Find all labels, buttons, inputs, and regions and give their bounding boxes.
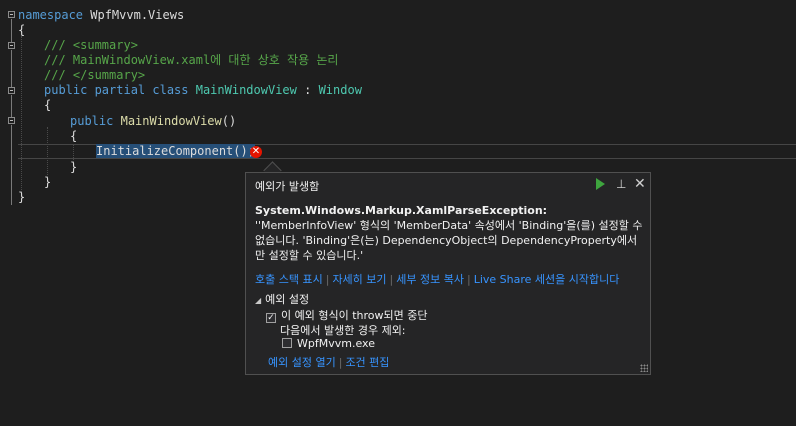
doc-comment: /// MainWindowView.xaml에 대한 상호 작용 논리 — [44, 53, 339, 67]
doc-comment: /// </summary> — [44, 68, 146, 82]
live-share-link[interactable]: Live Share 세션을 시작합니다 — [474, 273, 620, 286]
settings-links: 예외 설정 열기 | 조건 편집 — [268, 354, 389, 370]
namespace-name: WpfMvvm.Views — [83, 8, 185, 22]
brace: } — [44, 175, 52, 189]
exception-detail: ''MemberInfoView' 형식의 'MemberData' 속성에서 … — [255, 219, 643, 262]
code-line-12: } — [44, 175, 51, 190]
code-line-7: { — [44, 98, 51, 113]
code-line-11: } — [70, 160, 77, 175]
collapse-comment-icon[interactable] — [8, 42, 15, 49]
code-line-13: } — [18, 190, 25, 205]
code-line-10[interactable]: InitializeComponent(); — [96, 144, 255, 159]
collapse-triangle-icon[interactable]: ◢ — [255, 296, 261, 305]
base-class-name: Window — [318, 83, 362, 97]
outline-line — [11, 125, 12, 205]
brace: { — [44, 98, 52, 112]
resize-grip-icon[interactable] — [640, 364, 648, 372]
outline-line — [11, 95, 12, 117]
parens: () — [221, 114, 237, 128]
module-label: WpfMvvm.exe — [297, 337, 375, 350]
keyword: namespace — [18, 8, 84, 22]
except-when-label: 다음에서 발생한 경우 제외: — [280, 324, 406, 337]
pin-icon[interactable]: ⊥ — [616, 177, 630, 191]
keyword: public partial class — [44, 83, 189, 97]
code-line-4: /// MainWindowView.xaml에 대한 상호 작용 논리 — [44, 53, 338, 68]
code-line-6: public partial class MainWindowView : Wi… — [44, 83, 362, 98]
code-line-5: /// </summary> — [44, 68, 145, 83]
indent-guide — [21, 36, 22, 192]
colon: : — [296, 83, 319, 97]
open-exception-settings-link[interactable]: 예외 설정 열기 — [268, 356, 336, 369]
highlighted-statement[interactable]: InitializeComponent(); — [96, 144, 255, 158]
collapse-method-icon[interactable] — [8, 117, 15, 124]
module-exclude-option[interactable]: WpfMvvm.exe — [282, 337, 375, 350]
keyword: public — [70, 114, 114, 128]
exception-message: System.Windows.Markup.XamlParseException… — [255, 203, 643, 263]
doc-comment: /// <summary> — [44, 38, 138, 52]
constructor-name: MainWindowView — [120, 114, 222, 128]
collapse-class-icon[interactable] — [8, 87, 15, 94]
code-line-3: /// <summary> — [44, 38, 138, 53]
code-line-1: namespace WpfMvvm.Views — [18, 8, 184, 23]
divider: | — [466, 273, 471, 286]
code-line-8: public MainWindowView() — [70, 114, 236, 129]
checkbox-label: 이 예외 형식이 throw되면 중단 — [281, 309, 428, 322]
class-name: MainWindowView — [195, 83, 297, 97]
action-links: 호출 스택 표시 | 자세히 보기 | 세부 정보 복사 | Live Share 세션을 … — [255, 271, 619, 287]
outline-line — [11, 19, 12, 42]
brace: } — [18, 190, 26, 204]
brace: { — [70, 129, 78, 143]
brace: { — [18, 23, 26, 37]
collapse-namespace-icon[interactable] — [8, 11, 15, 18]
break-on-throw-option[interactable]: ✓ 이 예외 형식이 throw되면 중단 — [266, 307, 427, 323]
view-details-link[interactable]: 자세히 보기 — [332, 273, 386, 286]
code-line-9: { — [70, 129, 77, 144]
brace: } — [70, 160, 78, 174]
break-on-throw-checkbox[interactable]: ✓ — [266, 313, 276, 323]
show-call-stack-link[interactable]: 호출 스택 표시 — [255, 273, 323, 286]
divider: | — [325, 273, 330, 286]
section-label: 예외 설정 — [265, 293, 310, 306]
exception-type: System.Windows.Markup.XamlParseException… — [255, 204, 548, 217]
edit-conditions-link[interactable]: 조건 편집 — [345, 356, 389, 369]
exception-helper-popup: 예외가 발생함 ⊥ ✕ System.Windows.Markup.XamlPa… — [245, 172, 651, 375]
copy-details-link[interactable]: 세부 정보 복사 — [396, 273, 464, 286]
exception-error-icon[interactable]: ✕ — [250, 146, 262, 158]
divider: | — [338, 356, 343, 369]
divider: | — [389, 273, 394, 286]
popup-title: 예외가 발생함 — [255, 180, 320, 193]
close-icon[interactable]: ✕ — [634, 177, 648, 191]
code-line-2: { — [18, 23, 25, 38]
exception-settings-header[interactable]: ◢ 예외 설정 — [255, 291, 309, 307]
play-icon[interactable] — [596, 178, 605, 190]
outline-line — [11, 50, 12, 87]
module-exclude-checkbox[interactable] — [282, 338, 292, 348]
